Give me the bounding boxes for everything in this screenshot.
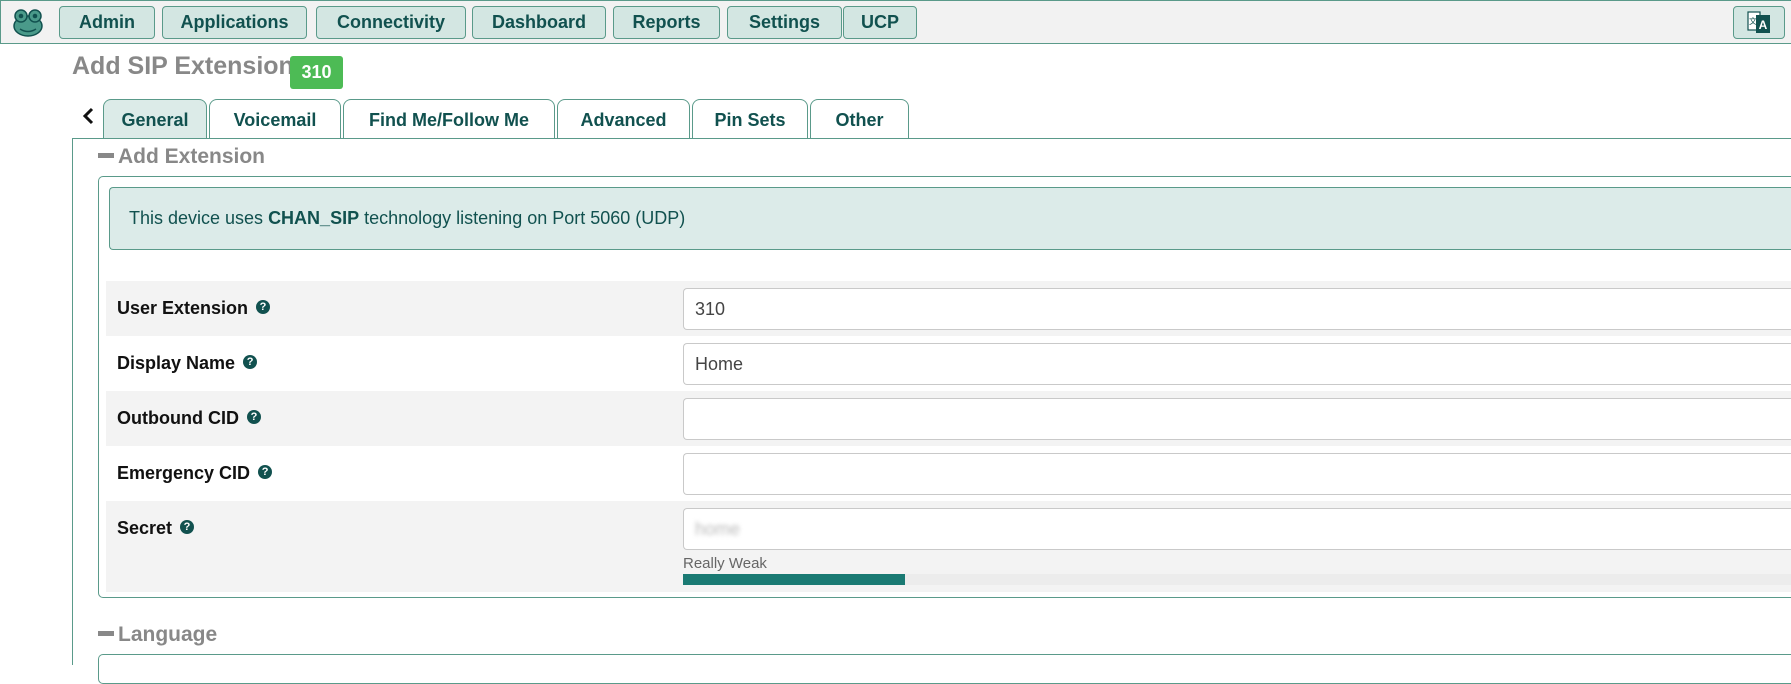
tab-pin-sets[interactable]: Pin Sets	[692, 99, 808, 139]
tabs-scroll-left-icon[interactable]	[80, 106, 96, 126]
section-add-extension-toggle[interactable]: Add Extension	[98, 145, 265, 169]
collapse-minus-icon	[98, 630, 114, 636]
user-extension-input[interactable]	[683, 288, 1791, 330]
emergency-cid-input[interactable]	[683, 453, 1791, 495]
section-title: Add Extension	[118, 145, 266, 168]
svg-text:文: 文	[1749, 16, 1757, 26]
collapse-minus-icon	[98, 152, 114, 158]
emergency-cid-label: Emergency CID	[117, 463, 251, 483]
password-strength-label: Really Weak	[683, 555, 767, 572]
tab-find-me-follow-me[interactable]: Find Me/Follow Me	[343, 99, 555, 139]
secret-value: home	[695, 519, 741, 539]
tab-general[interactable]: General	[103, 99, 207, 139]
language-switch-button[interactable]: A 文	[1733, 6, 1785, 39]
user-extension-label: User Extension	[117, 298, 249, 318]
freepbx-frog-logo-icon[interactable]	[12, 8, 44, 38]
nav-dashboard-button[interactable]: Dashboard	[472, 6, 606, 39]
translate-icon: A 文	[1747, 11, 1770, 33]
help-icon[interactable]: ?	[243, 355, 258, 370]
outbound-cid-label: Outbound CID	[117, 408, 239, 428]
top-nav-bar: Admin Applications Connectivity Dashboar…	[0, 0, 1791, 44]
info-prefix: This device uses	[129, 208, 269, 228]
secret-input[interactable]: home	[683, 508, 1791, 550]
field-label: Outbound CID?	[117, 391, 261, 446]
field-label: Display Name?	[117, 336, 258, 391]
tabs-divider	[72, 138, 1791, 139]
nav-admin-button[interactable]: Admin	[59, 6, 155, 39]
info-tech: CHAN_SIP	[268, 208, 360, 228]
nav-connectivity-button[interactable]: Connectivity	[316, 6, 466, 39]
nav-reports-button[interactable]: Reports	[613, 6, 720, 39]
help-icon[interactable]: ?	[258, 465, 273, 480]
info-suffix: technology listening on Port 5060 (UDP)	[359, 208, 686, 228]
content-border	[72, 138, 73, 665]
tab-voicemail[interactable]: Voicemail	[209, 99, 341, 139]
field-label: Emergency CID?	[117, 446, 273, 501]
page-title: Add SIP Extension	[72, 52, 294, 80]
field-label: Secret?	[117, 501, 195, 556]
svg-text:A: A	[1759, 18, 1768, 32]
display-name-label: Display Name	[117, 353, 236, 373]
extension-number-badge: 310	[290, 56, 343, 89]
technology-info-box: This device uses CHAN_SIP technology lis…	[109, 187, 1791, 250]
section-language-toggle[interactable]: Language	[98, 623, 217, 647]
outbound-cid-input[interactable]	[683, 398, 1791, 440]
nav-settings-button[interactable]: Settings	[727, 6, 842, 39]
tab-other[interactable]: Other	[810, 99, 909, 139]
field-label: User Extension?	[117, 281, 271, 336]
nav-applications-button[interactable]: Applications	[162, 6, 307, 39]
help-icon[interactable]: ?	[246, 410, 261, 425]
tab-advanced[interactable]: Advanced	[557, 99, 690, 139]
secret-label: Secret	[117, 518, 173, 538]
language-panel	[98, 654, 1791, 684]
display-name-input[interactable]	[683, 343, 1791, 385]
password-strength-bar	[683, 574, 905, 585]
help-icon[interactable]: ?	[256, 300, 271, 315]
section-title: Language	[118, 623, 218, 646]
nav-ucp-button[interactable]: UCP	[843, 6, 917, 39]
help-icon[interactable]: ?	[180, 520, 195, 535]
